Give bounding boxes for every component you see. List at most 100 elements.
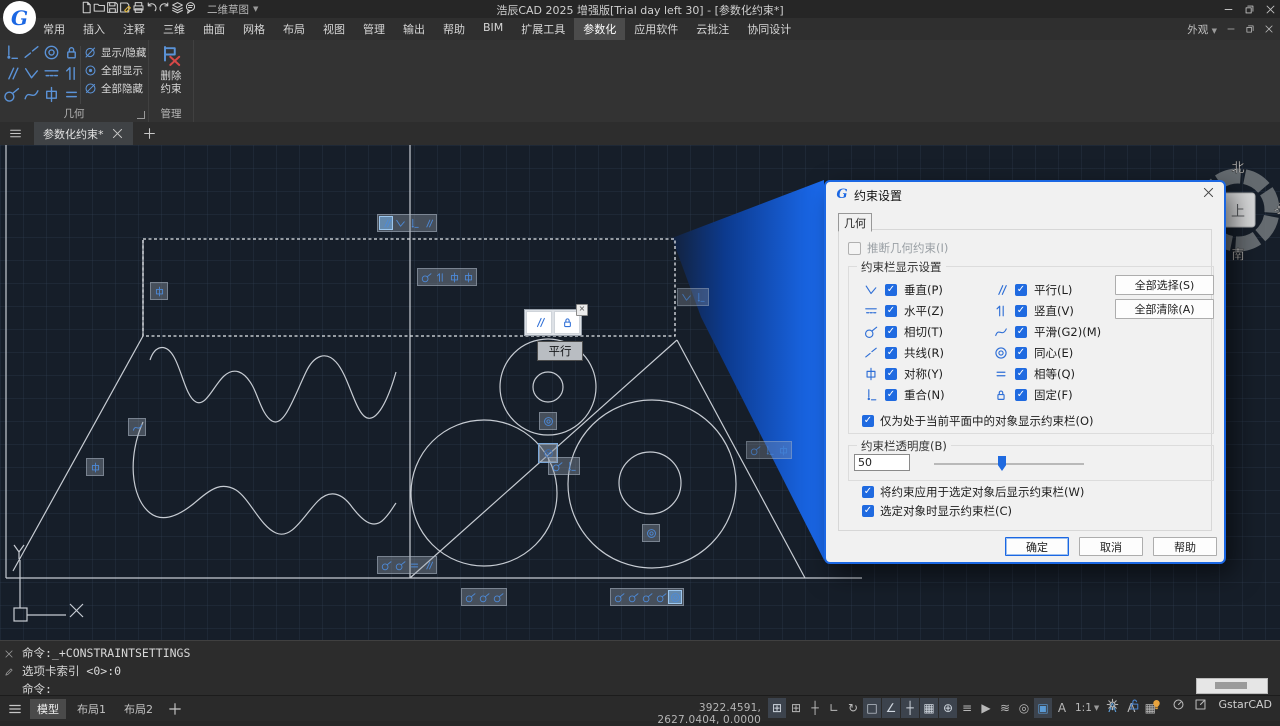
constraint-bar[interactable] [150,282,168,300]
restore-icon[interactable] [1245,24,1255,34]
equal-icon[interactable] [63,86,80,103]
dialog-launcher-icon[interactable] [137,111,145,119]
workspace-selector[interactable]: 二维草图 ▼ [207,2,258,17]
snap-mode[interactable]: ┼ [806,698,824,718]
constraint-bar[interactable] [677,288,709,306]
layout-tab[interactable]: 模型 [30,699,66,719]
symmetric-icon[interactable] [43,86,60,103]
redo-icon[interactable] [158,1,171,14]
coincident-icon[interactable] [3,44,20,61]
ribbon-tab[interactable]: 管理 [354,18,394,40]
show-all-button[interactable]: 全部显示 [84,63,147,78]
document-tab[interactable]: 参数化约束* [34,122,133,145]
ribbon-tab[interactable]: 曲面 [194,18,234,40]
perpendicular-icon[interactable] [23,65,40,82]
command-scrollbar[interactable] [1196,678,1268,694]
concentric-icon[interactable] [43,44,60,61]
constraint-bar[interactable] [746,441,792,459]
gauge-icon[interactable] [1172,698,1185,711]
ribbon-tab[interactable]: BIM [474,18,512,40]
clean-icon[interactable] [1194,698,1207,711]
minimize-icon[interactable] [1223,4,1234,15]
transparency-slider[interactable] [934,463,1084,465]
constraint-bar[interactable] [377,556,437,574]
ribbon-tab[interactable]: 注释 [114,18,154,40]
folder-icon[interactable] [93,1,106,14]
vertical-icon[interactable] [63,65,80,82]
scrollbar-thumb[interactable] [1215,682,1247,689]
show-on-select-checkbox[interactable]: ✓ 选定对象时显示约束栏(C) [862,503,1012,519]
constraint-bar[interactable] [86,458,104,476]
close-icon[interactable] [4,649,14,659]
ribbon-tab[interactable]: 扩展工具 [512,18,574,40]
close-icon[interactable] [1265,4,1276,15]
hatch-display[interactable]: ▦ [920,698,938,718]
undo-icon[interactable] [145,1,158,14]
layer-isolate[interactable]: ≋ [996,698,1014,718]
ribbon-tab[interactable]: 参数化 [574,18,625,40]
unlock-icon[interactable] [1128,698,1141,711]
help-button[interactable]: 帮助 [1153,537,1217,556]
add-layout-icon[interactable] [168,702,182,716]
minimize-icon[interactable] [1226,24,1236,34]
only-current-plane-checkbox[interactable]: ✓ 仅为处于当前平面中的对象显示约束栏(O) [862,413,1094,429]
ribbon-tab[interactable]: 布局 [274,18,314,40]
clear-all-button[interactable]: 全部清除(A) [1115,299,1214,319]
new-tab-icon[interactable] [143,127,156,140]
annotation-scale[interactable]: 1:1▼ [1072,702,1102,714]
layersq-icon[interactable] [171,1,184,14]
constraint-bar[interactable] [610,588,684,606]
constraint-bar[interactable]: × [524,309,582,336]
layout-tab[interactable]: 布局2 [117,699,160,719]
angle-override[interactable]: ∠ [882,698,900,718]
object-snap[interactable]: □ [863,698,881,718]
constraint-bar[interactable] [461,588,507,606]
ribbon-tab[interactable]: 网格 [234,18,274,40]
chat-icon[interactable] [184,1,197,14]
collinear-icon[interactable] [23,44,40,61]
lineweight-display[interactable]: ≡ [958,698,976,718]
file-icon[interactable] [80,1,93,14]
app-logo[interactable]: G [3,1,36,34]
hide-all-button[interactable]: 全部隐藏 [84,81,147,96]
save-icon[interactable] [106,1,119,14]
constraint-bar[interactable] [539,412,557,430]
tab-geometry[interactable]: 几何 [838,213,872,232]
infer-constraints-checkbox[interactable]: 推断几何约束(I) [848,240,948,256]
ribbon-tab[interactable]: 常用 [34,18,74,40]
smooth-icon[interactable] [23,86,40,103]
show-hide-button[interactable]: 显示/隐藏 [84,45,147,60]
close-icon[interactable] [1202,186,1215,199]
restore-icon[interactable] [1244,4,1255,15]
snap-tracking[interactable]: ┼ [901,698,919,718]
annotation-scale-icon[interactable]: A [1053,698,1071,718]
fix-icon[interactable] [63,44,80,61]
ortho-mode[interactable]: ∟ [825,698,843,718]
snap-grid[interactable]: ⊞ [768,698,786,718]
gear-icon[interactable] [1106,698,1119,711]
constraint-bar[interactable] [548,457,580,475]
ribbon-tab[interactable]: 云批注 [687,18,738,40]
ribbon-tab[interactable]: 应用软件 [625,18,687,40]
ribbon-tab[interactable]: 协同设计 [738,18,800,40]
quick-properties[interactable]: ▶ [977,698,995,718]
constraint-bar[interactable] [417,268,477,286]
ribbon-tab[interactable]: 三维 [154,18,194,40]
close-icon[interactable] [1264,24,1274,34]
constraint-bar[interactable] [642,524,660,542]
dialog-title-bar[interactable]: G 约束设置 [826,182,1224,206]
menu-icon[interactable] [9,127,22,140]
ribbon-tab[interactable]: 插入 [74,18,114,40]
close-icon[interactable]: × [576,304,588,316]
parallel-icon[interactable] [3,65,20,82]
bulb-icon[interactable] [1150,698,1163,711]
constraint-bar[interactable] [377,214,437,232]
constraint-bar[interactable] [128,418,146,436]
pencil-icon[interactable] [4,667,14,677]
saveas-icon[interactable] [119,1,132,14]
transparency-input[interactable]: 50 [854,454,910,471]
layout-tab[interactable]: 布局1 [70,699,113,719]
zoom-preview[interactable]: ◎ [1015,698,1033,718]
ok-button[interactable]: 确定 [1005,537,1069,556]
ribbon-tab[interactable]: 帮助 [434,18,474,40]
